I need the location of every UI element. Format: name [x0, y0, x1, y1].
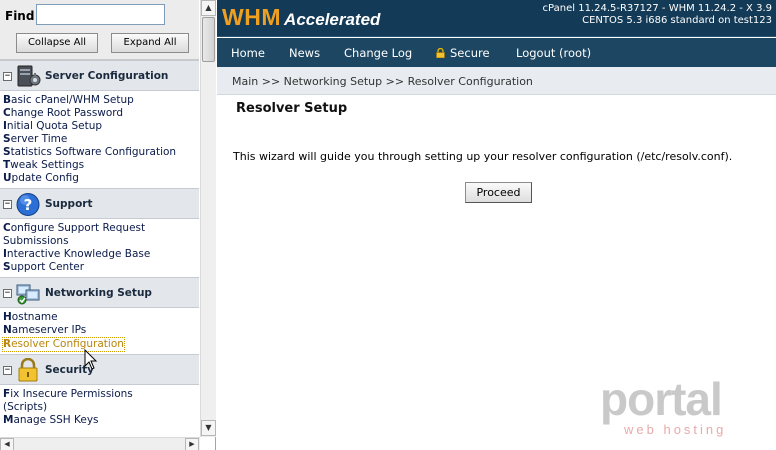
watermark-sub: web hosting [624, 422, 727, 437]
top-navbar: Home News Change Log Secure Logout (root… [217, 38, 776, 67]
version-line-2: CENTOS 5.3 i686 standard on test123 [582, 15, 772, 26]
nav-news[interactable]: News [289, 46, 320, 60]
section-header-security[interactable]: − Security [0, 354, 199, 385]
collapse-toggle-icon[interactable]: − [3, 200, 12, 209]
portal-web-hosting-watermark: portal web hosting [600, 373, 760, 440]
breadcrumb: Main >> Networking Setup >> Resolver Con… [232, 75, 533, 88]
horizontal-scrollbar[interactable]: ◀ ▶ [0, 437, 200, 450]
top-banner: WHM Accelerated cPanel 11.24.5-R37127 - … [217, 0, 776, 37]
link-fix-insecure-permissions[interactable]: Fix Insecure Permissions [3, 388, 199, 401]
link-configure-support-request-cont[interactable]: Submissions [3, 235, 199, 248]
section-title: Support [45, 198, 93, 210]
nav-secure-label: Secure [450, 46, 490, 60]
link-interactive-knowledge-base[interactable]: Interactive Knowledge Base [3, 248, 199, 261]
page-title: Resolver Setup [236, 101, 348, 116]
proceed-button[interactable]: Proceed [465, 182, 532, 203]
collapse-toggle-icon[interactable]: − [3, 289, 12, 298]
link-server-time[interactable]: Server Time [3, 133, 199, 146]
find-panel: Find Collapse All Expand All [0, 0, 199, 60]
link-tweak-settings[interactable]: Tweak Settings [3, 159, 199, 172]
link-update-config[interactable]: Update Config [3, 172, 199, 185]
expand-all-button[interactable]: Expand All [111, 33, 189, 53]
padlock-icon [436, 48, 445, 58]
collapse-all-button[interactable]: Collapse All [16, 33, 98, 53]
scroll-up-icon[interactable]: ▲ [201, 0, 216, 16]
link-basic-cpanel-whm-setup[interactable]: Basic cPanel/WHM Setup [3, 94, 199, 107]
link-hostname[interactable]: Hostname [3, 311, 199, 324]
server-icon [17, 65, 41, 87]
logo-main: WHM [222, 4, 281, 30]
link-initial-quota-setup[interactable]: Initial Quota Setup [3, 120, 199, 133]
link-fix-insecure-permissions-cont[interactable]: (Scripts) [3, 401, 199, 414]
nav-logout[interactable]: Logout (root) [516, 46, 591, 60]
breadcrumb-bar: Main >> Networking Setup >> Resolver Con… [217, 67, 776, 95]
network-icon [16, 284, 40, 305]
nav-change-log[interactable]: Change Log [344, 46, 412, 60]
collapse-toggle-icon[interactable]: − [3, 366, 12, 375]
section-header-server-configuration[interactable]: − Server Configuration [0, 60, 199, 91]
lock-icon [18, 358, 38, 382]
wizard-description: This wizard will guide you through setti… [233, 150, 733, 163]
version-info: cPanel 11.24.5-R37127 - WHM 11.24.2 - X … [543, 3, 772, 27]
logo-sub: Accelerated [284, 10, 381, 29]
find-input[interactable] [36, 4, 165, 25]
support-links: Configure Support Request Submissions In… [0, 219, 199, 277]
link-statistics-software-configuration[interactable]: Statistics Software Configuration [3, 146, 199, 159]
scroll-left-icon[interactable]: ◀ [0, 438, 14, 450]
networking-setup-links: Hostname Nameserver IPs Resolver Configu… [0, 308, 199, 354]
scroll-down-icon[interactable]: ▼ [201, 420, 216, 436]
server-configuration-links: Basic cPanel/WHM Setup Change Root Passw… [0, 91, 199, 188]
find-label: Find [5, 9, 35, 23]
section-title: Server Configuration [45, 70, 169, 82]
collapse-toggle-icon[interactable]: − [3, 72, 12, 81]
watermark-brand: portal [600, 373, 723, 425]
scrollbar-thumb[interactable] [202, 17, 215, 62]
left-navigation-frame: Find Collapse All Expand All − Server Co… [0, 0, 216, 450]
link-resolver-configuration[interactable]: Resolver Configuration [2, 337, 125, 352]
link-change-root-password[interactable]: Change Root Password [3, 107, 199, 120]
link-configure-support-request[interactable]: Configure Support Request [3, 222, 199, 235]
link-manage-ssh-keys[interactable]: Manage SSH Keys [3, 414, 199, 427]
section-header-networking-setup[interactable]: − Networking Setup [0, 277, 199, 308]
left-nav-scroll-area: Find Collapse All Expand All − Server Co… [0, 0, 199, 437]
nav-secure[interactable]: Secure [436, 46, 490, 60]
section-header-support[interactable]: − ? Support [0, 188, 199, 219]
link-support-center[interactable]: Support Center [3, 261, 199, 274]
svg-text:?: ? [24, 196, 33, 214]
vertical-scrollbar[interactable]: ▲ ▼ [200, 0, 216, 437]
scroll-right-icon[interactable]: ▶ [185, 438, 199, 450]
version-line-1: cPanel 11.24.5-R37127 - WHM 11.24.2 - X … [542, 3, 772, 14]
mouse-pointer-icon [84, 349, 98, 370]
whm-logo: WHM Accelerated [222, 4, 380, 31]
section-title: Networking Setup [45, 287, 152, 299]
security-links: Fix Insecure Permissions (Scripts) Manag… [0, 385, 199, 430]
link-nameserver-ips[interactable]: Nameserver IPs [3, 324, 199, 337]
help-icon: ? [16, 193, 40, 216]
nav-home[interactable]: Home [231, 46, 265, 60]
